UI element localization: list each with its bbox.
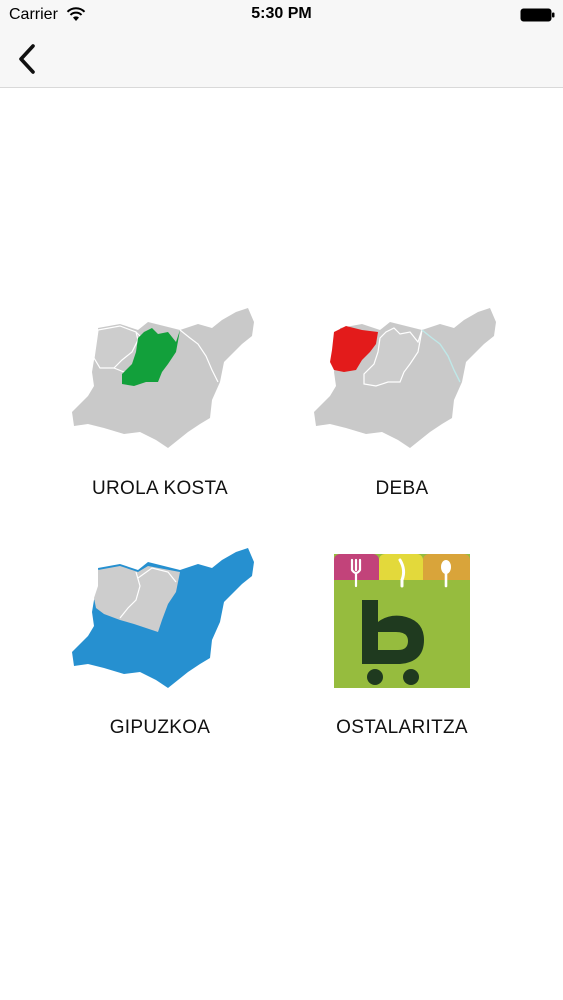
gipuzkoa-map-icon	[72, 548, 254, 688]
region-tile-urola-kosta[interactable]: UROLA KOSTA	[40, 300, 280, 510]
back-button[interactable]	[10, 40, 44, 78]
tile-label: UROLA KOSTA	[92, 478, 228, 499]
app-screen: Carrier 5:30 PM UROLA KOSTA DEBA GIPUZKO…	[0, 0, 563, 1000]
ostalaritza-logo-icon	[334, 554, 470, 688]
status-time: 5:30 PM	[251, 5, 312, 22]
region-tile-deba[interactable]: DEBA	[282, 300, 522, 510]
chevron-left-icon	[19, 44, 35, 74]
tile-label: GIPUZKOA	[109, 717, 211, 738]
tile-label: OSTALARITZA	[336, 717, 468, 738]
battery-full-icon	[520, 8, 555, 22]
tile-label: DEBA	[375, 478, 429, 499]
region-tile-gipuzkoa[interactable]: GIPUZKOA	[40, 540, 280, 750]
status-bar: Carrier 5:30 PM	[0, 0, 563, 30]
category-tile-ostalaritza[interactable]: OSTALARITZA	[282, 540, 522, 750]
urola-kosta-map-icon	[72, 308, 254, 448]
deba-map-icon	[314, 308, 496, 448]
navigation-bar	[0, 30, 563, 88]
